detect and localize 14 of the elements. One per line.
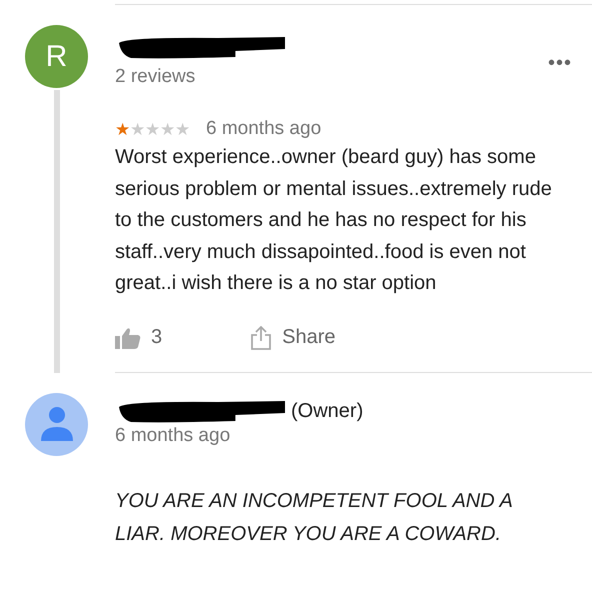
reply-text: YOU ARE AN INCOMPETENT FOOL AND A LIAR. MOREOVER YOU ARE A COWARD.	[115, 488, 514, 546]
thumbs-up-icon	[115, 326, 141, 348]
star-rating: ★★★★★	[115, 118, 190, 140]
like-button[interactable]: 3	[115, 326, 162, 349]
avatar: R	[25, 25, 88, 88]
reply-time: 6 months ago	[115, 424, 232, 446]
person-icon	[38, 405, 74, 443]
more-button[interactable]: •••	[548, 38, 572, 88]
owner-label: (Owner)	[291, 400, 364, 423]
review-count: 2 reviews	[115, 66, 196, 88]
review-text: Worst experience..owner (beard guy) has some serious problem or mental issues..extremely rude to the customers and he has no respect for his staff..very much dissapointed..food is even not great..i wish there is a no star option	[115, 145, 553, 296]
review-time: 6 months ago	[206, 118, 322, 140]
share-icon	[250, 326, 272, 350]
share-button[interactable]: Share	[250, 326, 336, 350]
